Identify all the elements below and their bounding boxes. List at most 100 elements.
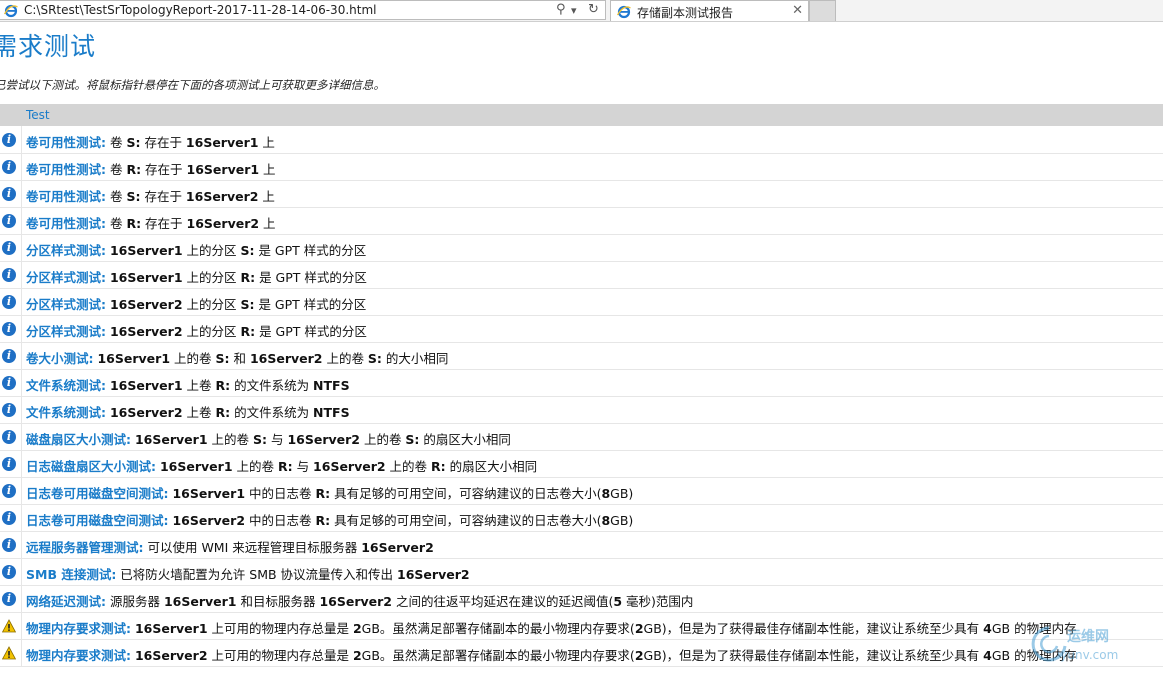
test-result-text: 卷大小测试: 16Server1 上的卷 S: 和 16Server2 上的卷 …	[26, 348, 448, 367]
result-value: 8	[601, 486, 611, 501]
table-row[interactable]: i 文件系统测试: 16Server1 上卷 R: 的文件系统为 NTFS	[0, 370, 1163, 397]
info-icon: i	[2, 268, 16, 282]
close-icon[interactable]: ✕	[792, 3, 803, 18]
table-row[interactable]: i 分区样式测试: 16Server2 上的分区 R: 是 GPT 样式的分区	[0, 316, 1163, 343]
result-text: 与	[292, 459, 314, 474]
watermark-domain: iyunv.com	[1057, 648, 1119, 662]
test-name: 分区样式测试:	[26, 297, 106, 312]
result-value: S:	[240, 297, 255, 312]
result-value: 16Server1	[109, 270, 183, 285]
chevron-down-icon[interactable]: ▾	[571, 4, 577, 17]
result-text: 的扇区大小相同	[445, 459, 538, 474]
table-row[interactable]: i 分区样式测试: 16Server1 上的分区 R: 是 GPT 样式的分区	[0, 262, 1163, 289]
warning-icon	[2, 619, 16, 633]
address-url[interactable]: C:\SRtest\TestSrTopologyReport-2017-11-2…	[24, 3, 376, 17]
result-text: 上的卷	[385, 459, 432, 474]
table-row[interactable]: i 分区样式测试: 16Server1 上的分区 S: 是 GPT 样式的分区	[0, 235, 1163, 262]
address-bar[interactable]: C:\SRtest\TestSrTopologyReport-2017-11-2…	[0, 0, 606, 20]
table-row[interactable]: i 磁盘扇区大小测试: 16Server1 上的卷 S: 与 16Server2 …	[0, 424, 1163, 451]
test-result-text: 分区样式测试: 16Server2 上的分区 R: 是 GPT 样式的分区	[26, 321, 367, 340]
table-row[interactable]: i 卷大小测试: 16Server1 上的卷 S: 和 16Server2 上的卷…	[0, 343, 1163, 370]
result-value: S:	[367, 351, 382, 366]
test-name: 分区样式测试:	[26, 324, 106, 339]
result-text: 和	[229, 351, 250, 366]
result-text: 上的卷	[170, 351, 216, 366]
result-text: 上的分区	[182, 297, 241, 312]
table-row[interactable]: 物理内存要求测试: 16Server1 上可用的物理内存总量是 2GB。虽然满足…	[0, 613, 1163, 640]
warning-icon	[2, 646, 16, 660]
test-name: 分区样式测试:	[26, 243, 106, 258]
info-icon: i	[2, 565, 16, 579]
table-row[interactable]: i SMB 连接测试: 已将防火墙配置为允许 SMB 协议流量传入和传出 16Se…	[0, 559, 1163, 586]
table-row[interactable]: i 日志卷可用磁盘空间测试: 16Server2 中的日志卷 R: 具有足够的可用…	[0, 505, 1163, 532]
result-text: 卷	[106, 216, 127, 231]
result-value: 16Server1	[109, 378, 183, 393]
result-text: 可以使用 WMI 来远程管理目标服务器	[143, 540, 362, 555]
result-text: 上卷	[182, 405, 216, 420]
table-row[interactable]: i 卷可用性测试: 卷 R: 存在于 16Server1 上	[0, 154, 1163, 181]
test-result-text: 网络延迟测试: 源服务器 16Server1 和目标服务器 16Server2 …	[26, 591, 693, 610]
test-name: 卷可用性测试:	[26, 135, 106, 150]
result-value: 2	[634, 648, 644, 663]
watermark-text: 运维网	[1067, 629, 1109, 645]
result-value: 2	[634, 621, 644, 636]
result-text: 卷	[106, 135, 127, 150]
result-text: 上的分区	[182, 324, 241, 339]
result-text: 上	[259, 216, 276, 231]
result-value: R:	[240, 270, 256, 285]
test-name: 网络延迟测试:	[26, 594, 106, 609]
table-row[interactable]: i 卷可用性测试: 卷 S: 存在于 16Server2 上	[0, 181, 1163, 208]
test-result-text: 卷可用性测试: 卷 R: 存在于 16Server1 上	[26, 159, 276, 178]
result-value: 4	[983, 621, 992, 636]
table-row[interactable]: 物理内存要求测试: 16Server2 上可用的物理内存总量是 2GB。虽然满足…	[0, 640, 1163, 667]
info-icon: i	[2, 511, 16, 525]
table-row[interactable]: i 日志卷可用磁盘空间测试: 16Server1 中的日志卷 R: 具有足够的可用…	[0, 478, 1163, 505]
test-result-text: 分区样式测试: 16Server1 上的分区 R: 是 GPT 样式的分区	[26, 267, 367, 286]
table-row[interactable]: i 网络延迟测试: 源服务器 16Server1 和目标服务器 16Server2…	[0, 586, 1163, 613]
test-result-text: 日志卷可用磁盘空间测试: 16Server1 中的日志卷 R: 具有足够的可用空…	[26, 483, 633, 502]
browser-tab[interactable]: 存储副本测试报告 ✕	[610, 0, 809, 21]
result-text: 上的分区	[182, 270, 241, 285]
result-text: 上的卷	[322, 351, 368, 366]
table-row[interactable]: i 卷可用性测试: 卷 S: 存在于 16Server1 上	[0, 127, 1163, 154]
table-row[interactable]: i 卷可用性测试: 卷 R: 存在于 16Server2 上	[0, 208, 1163, 235]
test-name: 日志磁盘扇区大小测试:	[26, 459, 156, 474]
result-text: 中的日志卷	[245, 513, 316, 528]
test-result-text: 文件系统测试: 16Server2 上卷 R: 的文件系统为 NTFS	[26, 402, 350, 421]
search-icon[interactable]: ⚲	[556, 2, 566, 17]
table-row[interactable]: i 远程服务器管理测试: 可以使用 WMI 来远程管理目标服务器 16Server…	[0, 532, 1163, 559]
result-text: 已将防火墙配置为允许 SMB 协议流量传入和传出	[116, 567, 398, 582]
result-value: 2	[352, 621, 362, 636]
result-value: 16Server1	[134, 432, 208, 447]
test-result-text: SMB 连接测试: 已将防火墙配置为允许 SMB 协议流量传入和传出 16Ser…	[26, 564, 470, 583]
refresh-icon[interactable]: ↻	[588, 2, 599, 17]
test-name: 文件系统测试:	[26, 378, 106, 393]
result-text: 是 GPT 样式的分区	[255, 270, 367, 285]
result-value: 16Server2	[249, 351, 323, 366]
result-text: 毫秒)范围内	[622, 594, 694, 609]
result-value: S:	[215, 351, 230, 366]
result-text: 存在于	[141, 216, 187, 231]
new-tab-button[interactable]	[809, 0, 836, 21]
result-text: GB)	[610, 486, 634, 501]
test-result-text: 分区样式测试: 16Server1 上的分区 S: 是 GPT 样式的分区	[26, 240, 366, 259]
result-value: 16Server2	[172, 513, 246, 528]
test-result-text: 物理内存要求测试: 16Server2 上可用的物理内存总量是 2GB。虽然满足…	[26, 645, 1077, 664]
info-icon: i	[2, 187, 16, 201]
test-name: 远程服务器管理测试:	[26, 540, 144, 555]
table-row[interactable]: i 日志磁盘扇区大小测试: 16Server1 上的卷 R: 与 16Server…	[0, 451, 1163, 478]
result-value: 16Server1	[163, 594, 237, 609]
column-header-test[interactable]: Test	[26, 108, 50, 122]
result-value: R:	[215, 378, 231, 393]
result-value: R:	[315, 513, 331, 528]
result-text: GB。虽然满足部署存储副本的最小物理内存要求(	[361, 621, 635, 636]
result-value: 16Server2	[185, 189, 259, 204]
result-text: 的扇区大小相同	[419, 432, 511, 447]
table-row[interactable]: i 分区样式测试: 16Server2 上的分区 S: 是 GPT 样式的分区	[0, 289, 1163, 316]
table-row[interactable]: i 文件系统测试: 16Server2 上卷 R: 的文件系统为 NTFS	[0, 397, 1163, 424]
result-text: 和目标服务器	[236, 594, 320, 609]
result-text: 的文件系统为	[230, 405, 314, 420]
test-result-text: 分区样式测试: 16Server2 上的分区 S: 是 GPT 样式的分区	[26, 294, 366, 313]
result-value: S:	[126, 135, 141, 150]
result-value: R:	[215, 405, 231, 420]
